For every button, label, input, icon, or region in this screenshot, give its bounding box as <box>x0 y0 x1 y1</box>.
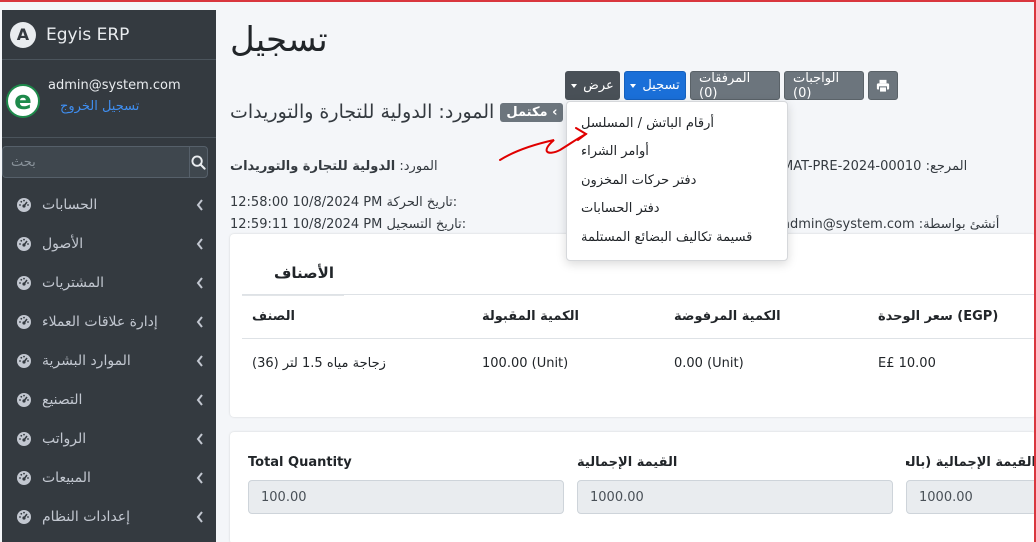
status-badge: مكتمل ‹ <box>500 102 564 122</box>
sidebar-item-payroll[interactable]: الرواتب <box>2 419 216 458</box>
sidebar-item-crm[interactable]: إدارة علاقات العملاء <box>2 302 216 341</box>
sidebar-item-accounts[interactable]: الحسابات <box>2 185 216 224</box>
total-qty-field[interactable]: 100.00 <box>248 480 564 514</box>
view-button[interactable]: عرض <box>565 71 620 100</box>
col-accepted: الكمية المقبولة <box>482 309 579 324</box>
duties-button[interactable]: الواجبات (0) <box>784 71 864 101</box>
menu-item-landed-cost[interactable]: قسيمة تكاليف البضائع المستلمة <box>567 223 787 252</box>
table-header: الصنف الكمية المقبولة الكمية المرفوضة سع… <box>242 294 1036 339</box>
reference-number: MAT-PRE-2024-00010 :المرجع <box>782 159 968 174</box>
gauge-icon <box>17 470 31 485</box>
caret-down-icon <box>630 83 637 88</box>
sidebar-search <box>2 146 208 178</box>
caret-down-icon <box>571 83 578 88</box>
sidebar-item-manufacturing[interactable]: التصنيع <box>2 380 216 419</box>
gauge-icon <box>17 509 31 524</box>
items-card: الأصناف الصنف الكمية المقبولة الكمية الم… <box>230 234 1036 417</box>
sidebar-item-sales[interactable]: المبيعات <box>2 458 216 497</box>
gauge-icon <box>17 392 31 407</box>
register-label: تسجيل <box>642 78 680 93</box>
gauge-icon <box>17 275 31 290</box>
search-button[interactable] <box>189 146 208 178</box>
user-email: admin@system.com <box>48 78 181 93</box>
cell-rejected: 0.00 (Unit) <box>674 356 744 371</box>
supplier-heading-text: المورد: الدولية للتجارة والتوريدات <box>230 101 495 123</box>
sidebar-item-label: التصنيع <box>42 391 83 408</box>
search-icon <box>191 154 206 170</box>
print-icon <box>876 79 890 93</box>
brand-logo: A <box>10 21 36 48</box>
chevron-left-icon <box>196 237 203 250</box>
movement-date: 12:58:00 10/8/2024 PM تاريخ الحركة: <box>230 195 458 210</box>
menu-item-general-ledger[interactable]: دفتر الحسابات <box>567 195 787 224</box>
base-total-label: القيمة الإجمالية (بالعملة الرئيسية) <box>906 455 1036 470</box>
chevron-left-icon <box>196 393 203 406</box>
main-content: تسجيل عرض تسجيل المرفقات (0) الواجبات (0… <box>216 2 1036 542</box>
sidebar-item-label: إدارة علاقات العملاء <box>42 313 158 330</box>
menu-item-batch-serial[interactable]: أرقام الباتش / المسلسل <box>567 109 787 138</box>
total-qty-label: Total Quantity <box>248 455 352 470</box>
brand[interactable]: A Egyis ERP <box>2 10 216 60</box>
menu-item-purchase-orders[interactable]: أوامر الشراء <box>567 138 787 167</box>
chevron-left-icon <box>196 471 203 484</box>
chevron-left-icon <box>196 198 203 211</box>
gauge-icon <box>17 197 31 212</box>
sidebar-item-label: الرواتب <box>42 430 87 447</box>
logout-link[interactable]: تسجيل الخروج <box>48 99 181 114</box>
sidebar-nav: الحسابات الأصول المشتريات إدارة علاقات ا… <box>2 185 216 536</box>
sidebar-item-purchases[interactable]: المشتريات <box>2 263 216 302</box>
supplier-label: المورد: <box>399 159 438 174</box>
register-date: 12:59:11 10/8/2024 PM تاريخ التسجيل: <box>230 217 467 232</box>
view-label: عرض <box>583 78 614 93</box>
cell-accepted: 100.00 (Unit) <box>482 356 569 371</box>
avatar: e <box>6 84 40 118</box>
totals-card: Total Quantity 100.00 القيمة الإجمالية 1… <box>230 432 1036 542</box>
cell-price: E£ 10.00 <box>878 356 936 371</box>
supplier-value: الدولية للتجارة والتوريدات <box>230 159 396 174</box>
supplier-info: المورد: الدولية للتجارة والتوريدات <box>230 159 438 174</box>
annotation-arrow <box>499 127 588 161</box>
sidebar-item-label: الأصول <box>42 235 84 252</box>
avatar-letter: e <box>14 86 32 116</box>
col-item: الصنف <box>252 309 295 324</box>
chevron-left-icon <box>196 432 203 445</box>
sidebar-item-label: الحسابات <box>42 196 98 213</box>
toolbar: عرض تسجيل المرفقات (0) الواجبات (0) <box>565 71 898 101</box>
sidebar-item-label: الموارد البشرية <box>42 352 131 369</box>
gauge-icon <box>17 314 31 329</box>
total-value-field[interactable]: 1000.00 <box>577 480 893 514</box>
gauge-icon <box>17 431 31 446</box>
chevron-left-icon <box>196 315 203 328</box>
chevron-left-icon <box>196 510 203 523</box>
tab-items[interactable]: الأصناف <box>242 252 344 296</box>
col-rejected: الكمية المرفوضة <box>674 309 781 324</box>
gauge-icon <box>17 236 31 251</box>
register-button[interactable]: تسجيل <box>624 71 686 100</box>
page-title: تسجيل <box>230 20 328 60</box>
sidebar-item-label: المبيعات <box>42 469 91 486</box>
sidebar: A Egyis ERP e admin@system.com تسجيل الخ… <box>2 10 216 542</box>
search-input[interactable] <box>2 146 189 178</box>
cell-item: زجاجة مياه 1.5 لتر (36) <box>252 356 386 371</box>
base-total-field[interactable]: 1000.00 <box>906 480 1036 514</box>
attachments-button[interactable]: المرفقات (0) <box>690 71 780 101</box>
menu-item-stock-ledger[interactable]: دفتر حركات المخزون <box>567 166 787 195</box>
sidebar-item-assets[interactable]: الأصول <box>2 224 216 263</box>
user-panel: e admin@system.com تسجيل الخروج <box>2 60 216 138</box>
sidebar-item-settings[interactable]: إعدادات النظام <box>2 497 216 536</box>
brand-name: Egyis ERP <box>46 24 130 45</box>
register-dropdown-menu: أرقام الباتش / المسلسل أوامر الشراء دفتر… <box>566 101 788 261</box>
sidebar-item-label: إعدادات النظام <box>42 508 131 525</box>
print-button[interactable] <box>868 71 898 100</box>
sidebar-item-label: المشتريات <box>42 274 105 291</box>
chevron-left-icon <box>196 354 203 367</box>
total-value-label: القيمة الإجمالية <box>577 455 678 470</box>
chevron-left-icon <box>196 276 203 289</box>
col-unit-price: سعر الوحدة (EGP) <box>878 309 999 324</box>
gauge-icon <box>17 353 31 368</box>
created-by: admin@system.com :أنشئ بواسطة <box>782 217 1000 232</box>
sidebar-item-hr[interactable]: الموارد البشرية <box>2 341 216 380</box>
